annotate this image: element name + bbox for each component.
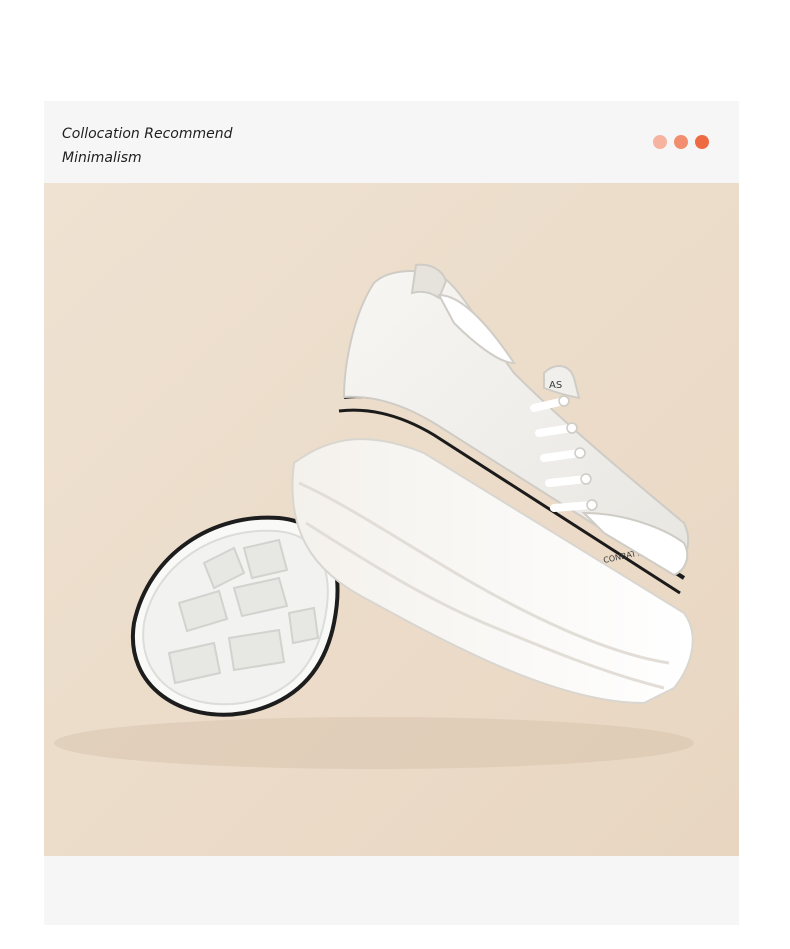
product-card: Collocation Recommend Minimalism AS CONB… xyxy=(44,101,739,925)
decorative-dots xyxy=(653,135,709,149)
dot-2-icon xyxy=(674,135,688,149)
sneaker-image: AS CONBATTO xyxy=(44,183,739,856)
dot-3-icon xyxy=(695,135,709,149)
header-title: Collocation Recommend Minimalism xyxy=(62,122,232,170)
header-title-line-1: Collocation Recommend xyxy=(62,126,233,142)
header-title-line-2: Minimalism xyxy=(62,150,142,166)
dot-1-icon xyxy=(653,135,667,149)
card-header: Collocation Recommend Minimalism xyxy=(44,101,739,183)
tongue-label: AS xyxy=(549,380,562,391)
product-photo: AS CONBATTO xyxy=(44,183,739,856)
